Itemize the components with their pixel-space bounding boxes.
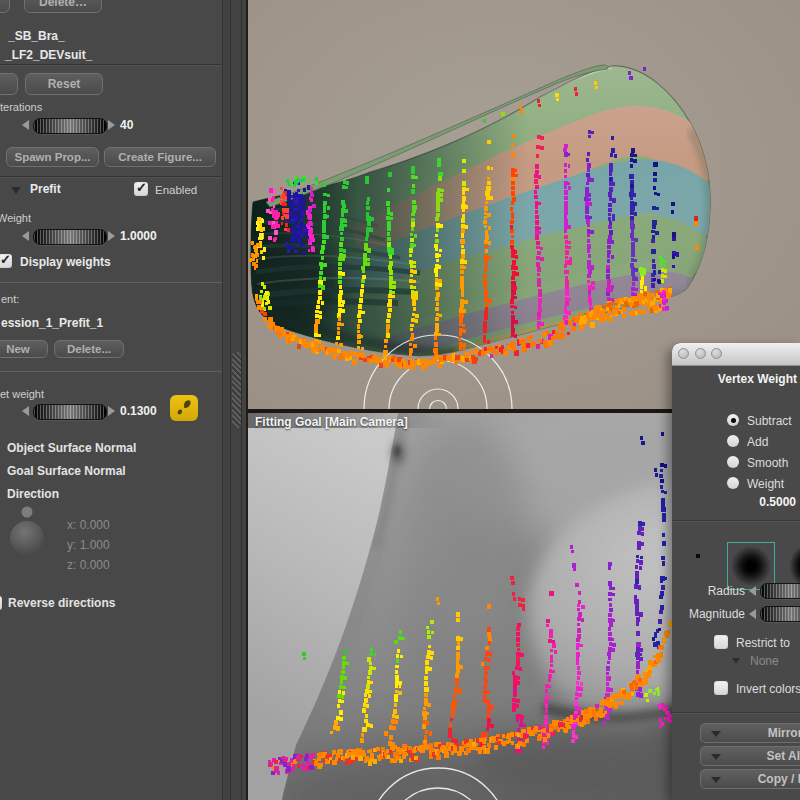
mode-smooth-radio[interactable] <box>727 456 739 468</box>
new-session-label: New <box>6 343 30 355</box>
display-weights-checkbox[interactable] <box>0 254 12 268</box>
sidebar-scroll-strip <box>222 0 249 800</box>
iterations-value[interactable]: 40 <box>120 118 133 132</box>
divider <box>672 520 800 521</box>
mode-subtract-label: Subtract <box>747 414 792 428</box>
panel-titlebar[interactable] <box>672 343 800 366</box>
copy-paste-section-button[interactable]: Copy / Pa <box>700 769 800 789</box>
copy-paste-label: Copy / Pa <box>758 772 800 786</box>
restrict-dropdown-triangle-icon[interactable] <box>732 658 740 664</box>
set-all-section-button[interactable]: Set All <box>700 746 800 766</box>
vertex-weight-panel: Vertex Weight Subtract Add Smooth Weight… <box>672 343 800 800</box>
magnitude-label: Magnitude <box>672 607 745 621</box>
delete-session-label: Delete... <box>67 343 111 355</box>
viewport-label: Fitting Goal [Main Camera] <box>255 415 408 429</box>
iterations-decrement-arrow[interactable] <box>22 120 29 130</box>
enabled-label: Enabled <box>155 184 197 196</box>
weight-increment-arrow[interactable] <box>108 231 115 241</box>
delete-session-button[interactable]: Delete... <box>54 340 124 358</box>
reverse-directions-label: Reverse directions <box>8 596 115 610</box>
weight-label: Weight <box>0 212 31 224</box>
create-figure-label: Create Figure... <box>118 151 202 163</box>
reset-label: Reset <box>48 77 81 91</box>
partial-button-reset-row[interactable] <box>0 73 18 95</box>
weight-decrement-arrow[interactable] <box>22 231 29 241</box>
mirror-label: Mirror <box>768 726 800 740</box>
display-weights-label: Display weights <box>20 255 111 269</box>
scrollbar-thumb[interactable] <box>232 352 241 428</box>
divider <box>0 64 222 65</box>
mode-add-label: Add <box>747 435 768 449</box>
application-window: Delete… _SB_Bra_ _LF2_DEVsuit_ Reset ter… <box>0 0 800 800</box>
window-minimize-button[interactable] <box>695 348 706 359</box>
mode-weight-label: Weight <box>747 477 784 491</box>
enabled-checkbox[interactable] <box>134 182 148 196</box>
mode-add-radio[interactable] <box>727 435 739 447</box>
direction-sphere-widget[interactable] <box>6 502 52 560</box>
new-session-button[interactable]: New <box>0 340 48 358</box>
divider <box>672 712 800 713</box>
divider <box>241 0 242 800</box>
mirror-section-button[interactable]: Mirror <box>700 723 800 743</box>
panel-title: Vertex Weight <box>718 372 797 386</box>
divider <box>230 0 231 800</box>
invert-colors-checkbox[interactable] <box>714 681 728 695</box>
option-object-surface-normal[interactable]: Object Surface Normal <box>7 441 136 455</box>
properties-sidebar: Delete… _SB_Bra_ _LF2_DEVsuit_ Reset ter… <box>0 0 222 800</box>
restrict-to-label: Restrict to <box>736 636 790 650</box>
radius-label: Radius <box>672 584 745 598</box>
divider <box>0 176 222 177</box>
iterations-increment-arrow[interactable] <box>108 120 115 130</box>
mode-weight-radio[interactable] <box>727 477 739 489</box>
window-zoom-button[interactable] <box>711 348 722 359</box>
magnitude-slider[interactable] <box>760 606 800 622</box>
mode-subtract-radio[interactable] <box>727 414 739 426</box>
paint-brush-tool-button[interactable] <box>170 395 198 421</box>
window-close-button[interactable] <box>678 348 689 359</box>
spawn-prop-button[interactable]: Spawn Prop... <box>6 147 99 167</box>
set-weight-slider[interactable] <box>33 404 107 420</box>
prefit-disclosure-triangle-icon[interactable] <box>11 187 21 194</box>
session-name: ession_1_Prefit_1 <box>1 316 103 330</box>
brush-size-small[interactable] <box>696 554 700 558</box>
direction-z-value: z: 0.000 <box>67 558 110 572</box>
figure-item-sb-bra[interactable]: _SB_Bra_ <box>8 29 65 43</box>
radius-decrement-arrow[interactable] <box>749 586 756 596</box>
copy-paste-triangle-icon <box>711 777 721 783</box>
set-weight-label: et weight <box>0 388 44 400</box>
direction-y-value: y: 1.000 <box>67 538 110 552</box>
reverse-directions-checkbox[interactable] <box>0 596 2 610</box>
brush-value[interactable]: 0.5000 <box>759 495 796 509</box>
option-goal-surface-normal[interactable]: Goal Surface Normal <box>7 464 126 478</box>
brush-icon <box>170 395 198 421</box>
iterations-label: terations <box>0 101 42 113</box>
restrict-to-checkbox[interactable] <box>714 635 728 649</box>
delete-figure-button[interactable]: Delete… <box>24 0 102 13</box>
radius-slider[interactable] <box>760 583 800 599</box>
direction-x-value: x: 0.000 <box>67 518 110 532</box>
reset-button[interactable]: Reset <box>25 73 103 95</box>
set-all-label: Set All <box>767 749 800 763</box>
delete-figure-label: Delete… <box>39 0 87 9</box>
set-weight-increment-arrow[interactable] <box>108 406 115 416</box>
option-direction[interactable]: Direction <box>7 487 59 501</box>
weight-value[interactable]: 1.0000 <box>120 229 157 243</box>
invert-colors-label: Invert colors <box>736 682 800 696</box>
iterations-slider[interactable] <box>33 118 107 134</box>
set-weight-decrement-arrow[interactable] <box>22 406 29 416</box>
set-all-triangle-icon <box>711 754 721 760</box>
magnitude-decrement-arrow[interactable] <box>749 609 756 619</box>
set-weight-value[interactable]: 0.1300 <box>120 404 157 418</box>
partial-button-top[interactable] <box>0 0 10 13</box>
create-figure-button[interactable]: Create Figure... <box>104 147 216 167</box>
prefit-section-title: Prefit <box>30 182 61 196</box>
figure-item-lf2-devsuit[interactable]: _LF2_DEVsuit_ <box>5 48 92 62</box>
mode-smooth-label: Smooth <box>747 456 788 470</box>
mirror-triangle-icon <box>711 731 721 737</box>
weight-slider[interactable] <box>33 229 107 245</box>
spawn-prop-label: Spawn Prop... <box>14 151 90 163</box>
restrict-value[interactable]: None <box>750 654 779 668</box>
current-label: ent: <box>1 293 19 305</box>
